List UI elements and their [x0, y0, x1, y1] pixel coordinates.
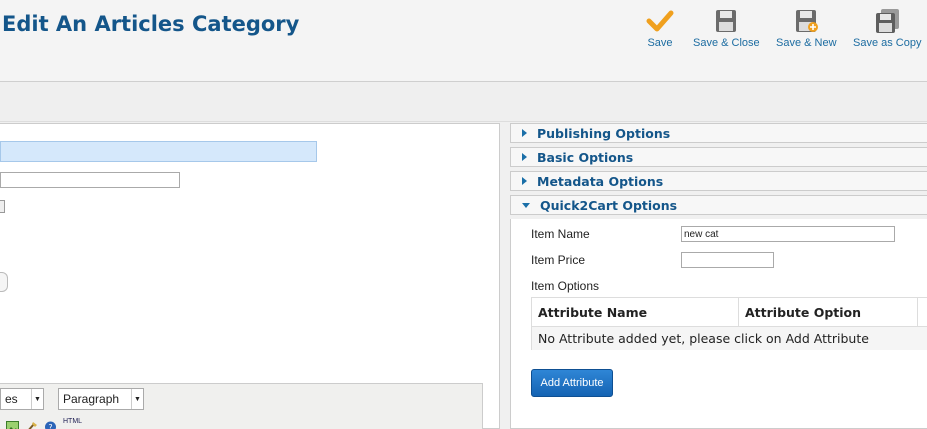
- toggle-button[interactable]: [0, 272, 8, 292]
- help-icon[interactable]: ?: [44, 418, 57, 429]
- format-select-value: Paragraph: [63, 392, 120, 406]
- item-price-input[interactable]: [681, 252, 774, 268]
- save-copy-button-label: Save as Copy: [853, 37, 922, 49]
- editor-icon-row: ? HTML: [6, 418, 82, 429]
- triangle-right-icon: [522, 153, 527, 161]
- basic-options-header[interactable]: Basic Options: [510, 147, 927, 167]
- publishing-options-label: Publishing Options: [537, 125, 671, 141]
- chevron-down-icon: ▼: [131, 389, 143, 409]
- save-new-button-label: Save & New: [776, 37, 837, 49]
- font-select-value: es: [5, 392, 18, 406]
- attribute-name-header: Attribute Name: [532, 298, 739, 326]
- svg-text:?: ?: [48, 423, 52, 429]
- floppy-disk-stack-icon: [876, 9, 900, 33]
- item-name-value: new cat: [684, 228, 719, 240]
- floppy-disk-icon: [716, 10, 737, 32]
- metadata-options-header[interactable]: Metadata Options: [510, 171, 927, 191]
- triangle-right-icon: [522, 177, 527, 185]
- item-name-label: Item Name: [531, 227, 590, 241]
- attribute-option-header: Attribute Option: [739, 298, 918, 326]
- add-attribute-button[interactable]: Add Attribute: [531, 369, 613, 397]
- floppy-disk-plus-icon: [796, 10, 819, 32]
- options-column: Publishing Options Basic Options Metadat…: [510, 123, 927, 429]
- publishing-options-header[interactable]: Publishing Options: [510, 123, 927, 143]
- item-price-label: Item Price: [531, 253, 586, 267]
- html-button[interactable]: HTML: [63, 418, 82, 429]
- quick2cart-options-label: Quick2Cart Options: [540, 197, 678, 213]
- parent-select[interactable]: [0, 200, 5, 213]
- save-close-button[interactable]: Save & Close: [693, 8, 760, 52]
- alias-field[interactable]: [0, 172, 180, 188]
- checkmark-icon: [646, 10, 674, 32]
- details-panel: es ▼ Paragraph ▼ ? HTML: [0, 123, 500, 429]
- header-bar: Edit An Articles Category Save Save & Cl…: [0, 0, 927, 82]
- triangle-down-icon: [522, 202, 530, 208]
- image-icon[interactable]: [6, 418, 19, 429]
- save-new-button[interactable]: Save & New: [776, 8, 837, 52]
- metadata-options-label: Metadata Options: [537, 173, 664, 189]
- item-options-label: Item Options: [531, 279, 600, 293]
- editor-toolbar: es ▼ Paragraph ▼ ? HTML: [0, 383, 483, 429]
- item-name-input[interactable]: new cat: [681, 226, 895, 242]
- format-select[interactable]: Paragraph ▼: [58, 388, 144, 410]
- basic-options-label: Basic Options: [537, 149, 634, 165]
- save-close-button-label: Save & Close: [693, 37, 760, 49]
- attribute-table: Attribute Name Attribute Option No Attri…: [531, 297, 927, 350]
- triangle-right-icon: [522, 129, 527, 137]
- cleanup-icon[interactable]: [25, 418, 38, 429]
- save-copy-button[interactable]: Save as Copy: [853, 8, 921, 52]
- sub-toolbar: [0, 82, 927, 122]
- chevron-down-icon: ▼: [31, 389, 43, 409]
- quick2cart-options-header[interactable]: Quick2Cart Options: [510, 195, 927, 215]
- page-title: Edit An Articles Category: [2, 12, 300, 36]
- font-select[interactable]: es ▼: [0, 388, 44, 410]
- title-field[interactable]: [0, 141, 317, 162]
- quick2cart-options-panel: Item Name new cat Item Price Item Option…: [510, 219, 927, 429]
- save-button[interactable]: Save: [646, 8, 674, 52]
- attribute-empty-message: No Attribute added yet, please click on …: [532, 326, 927, 350]
- save-button-label: Save: [647, 37, 673, 49]
